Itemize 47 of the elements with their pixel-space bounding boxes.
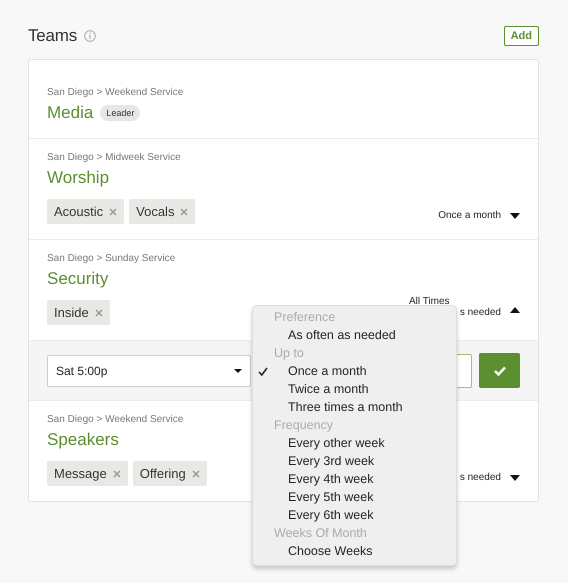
position-tag: Acoustic	[47, 199, 124, 224]
caret-up-icon[interactable]	[510, 306, 520, 312]
menu-option[interactable]: Choose Weeks	[253, 542, 456, 560]
caret-down-icon[interactable]	[510, 212, 520, 218]
add-button[interactable]: Add	[504, 26, 539, 46]
frequency-label[interactable]: s needed	[460, 472, 501, 483]
time-select[interactable]: Sat 5:00p	[47, 354, 251, 386]
leader-badge: Leader	[100, 105, 140, 121]
menu-option[interactable]: Twice a month	[253, 380, 456, 398]
menu-option[interactable]: Once a month	[253, 362, 456, 380]
team-name[interactable]: Speakers	[47, 430, 119, 450]
frequency-label[interactable]: s needed	[460, 308, 501, 318]
menu-group-label: Frequency	[273, 417, 334, 434]
team-name[interactable]: Worship	[47, 168, 110, 188]
team-path: San Diego > Weekend Service	[47, 87, 184, 98]
info-icon[interactable]	[84, 30, 96, 42]
position-tag: Offering	[132, 461, 207, 486]
menu-group-label: Up to	[273, 345, 305, 362]
menu-option[interactable]: As often as needed	[253, 326, 456, 344]
frequency-label[interactable]: Once a month	[438, 210, 501, 221]
position-tag: Inside	[47, 300, 110, 325]
check-icon	[494, 366, 506, 376]
remove-icon[interactable]	[112, 470, 121, 478]
page-title: Teams	[28, 26, 78, 46]
team-name[interactable]: Media	[47, 103, 94, 123]
team-path: San Diego > Midweek Service	[47, 152, 182, 163]
menu-group-label: Preference	[273, 309, 336, 326]
remove-icon[interactable]	[94, 308, 103, 316]
times-label: All Times	[409, 297, 451, 308]
confirm-button[interactable]	[479, 353, 520, 388]
remove-icon[interactable]	[180, 208, 188, 216]
menu-option[interactable]: Every 5th week	[253, 488, 456, 506]
menu-option[interactable]: Every 6th week	[253, 506, 456, 524]
position-tag: Message	[47, 461, 128, 486]
menu-option[interactable]: Every 4th week	[253, 470, 456, 488]
remove-icon[interactable]	[109, 208, 118, 216]
team-path: San Diego > Weekend Service	[47, 414, 184, 425]
menu-option[interactable]: Every other week	[253, 434, 456, 452]
remove-icon[interactable]	[192, 470, 200, 478]
caret-down-icon[interactable]	[510, 474, 520, 480]
caret-down-icon	[234, 368, 242, 372]
menu-option[interactable]: Every 3rd week	[253, 452, 456, 470]
position-tag: Vocals	[129, 199, 196, 224]
menu-option[interactable]: Three times a month	[253, 398, 456, 416]
menu-group-label: Weeks Of Month	[273, 525, 368, 542]
team-name[interactable]: Security	[47, 269, 108, 289]
team-path: San Diego > Sunday Service	[47, 253, 176, 264]
